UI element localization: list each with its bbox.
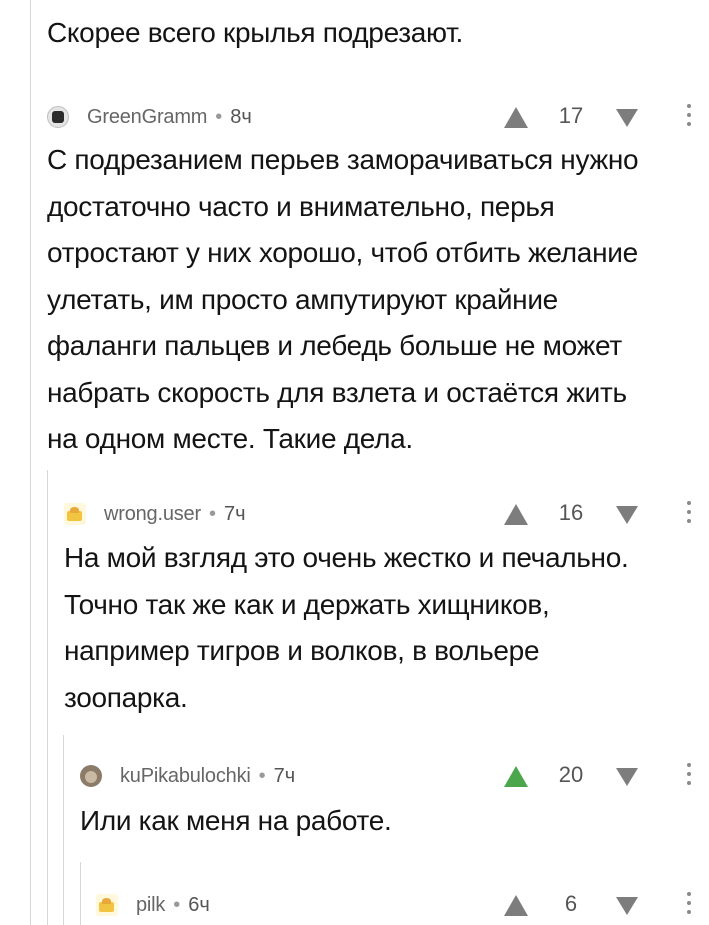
- author-name[interactable]: kuPikabulochki: [120, 765, 251, 788]
- author-name[interactable]: pilk: [136, 894, 165, 917]
- upvote-icon[interactable]: [504, 766, 528, 787]
- vote-controls: 16: [500, 497, 700, 531]
- rating-score: 6: [564, 891, 578, 916]
- upvote-icon[interactable]: [504, 504, 528, 525]
- avatar-icon[interactable]: [96, 894, 118, 916]
- thread-line[interactable]: [80, 862, 81, 925]
- comment-header: pilk • 6ч: [96, 888, 210, 922]
- separator-dot: •: [215, 105, 223, 128]
- vote-controls: 6: [500, 888, 700, 922]
- downvote-icon[interactable]: [616, 768, 638, 786]
- more-options-icon[interactable]: [687, 892, 691, 919]
- comment-text: С подрезанием перьев заморачиваться нужн…: [47, 144, 639, 454]
- thread-line[interactable]: [30, 0, 31, 925]
- comment-header: wrong.user • 7ч: [64, 497, 246, 531]
- vote-controls: 20: [500, 759, 700, 793]
- comment-text: Скорее всего крылья подрезают.: [47, 17, 464, 48]
- downvote-icon[interactable]: [616, 109, 638, 127]
- more-options-icon[interactable]: [687, 104, 691, 131]
- avatar-icon[interactable]: [80, 765, 102, 787]
- comment-time: 6ч: [188, 893, 210, 916]
- more-options-icon[interactable]: [687, 501, 691, 528]
- rating-score: 16: [558, 500, 584, 525]
- comment-text: Или как меня на работе.: [80, 805, 392, 836]
- downvote-icon[interactable]: [616, 506, 638, 524]
- upvote-icon[interactable]: [504, 895, 528, 916]
- more-options-icon[interactable]: [687, 763, 691, 790]
- vote-controls: 17: [500, 100, 700, 134]
- rating-score: 20: [558, 762, 584, 787]
- comment-time: 7ч: [223, 502, 246, 525]
- comment-time: 7ч: [273, 764, 296, 787]
- thread-line[interactable]: [63, 735, 64, 925]
- comment-header: kuPikabulochki • 7ч: [80, 759, 295, 793]
- avatar-icon[interactable]: [47, 106, 69, 128]
- author-name[interactable]: wrong.user: [104, 503, 201, 526]
- comment-time: 8ч: [230, 105, 252, 128]
- avatar-icon[interactable]: [64, 503, 86, 525]
- author-name[interactable]: GreenGramm: [87, 106, 207, 129]
- separator-dot: •: [258, 764, 266, 787]
- thread-line[interactable]: [47, 470, 48, 925]
- rating-score: 17: [558, 103, 584, 128]
- upvote-icon[interactable]: [504, 107, 528, 128]
- comment-header: GreenGramm • 8ч: [47, 100, 252, 134]
- downvote-icon[interactable]: [616, 897, 638, 915]
- comment-text: На мой взгляд это очень жестко и печальн…: [64, 542, 629, 713]
- separator-dot: •: [173, 893, 181, 916]
- separator-dot: •: [208, 502, 216, 525]
